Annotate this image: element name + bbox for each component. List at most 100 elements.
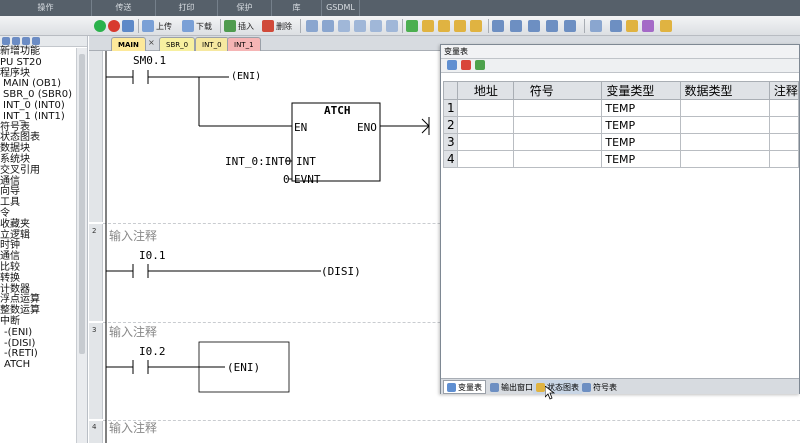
variable-table-window: 变量表 地址 符号 变量类型 数据类型 注释 1 TEMP 2 TEMP 3 T… bbox=[440, 44, 800, 394]
col-address-header[interactable]: 地址 bbox=[456, 81, 514, 100]
toolbar-btn-2[interactable] bbox=[322, 19, 334, 33]
tree-icon[interactable] bbox=[12, 37, 20, 45]
tree-item[interactable]: ATCH bbox=[0, 359, 87, 371]
tree-icon[interactable] bbox=[2, 37, 10, 45]
insert-button[interactable]: 插入 bbox=[224, 19, 254, 33]
contact-icon bbox=[510, 20, 522, 32]
toolbar-btn-12[interactable] bbox=[492, 19, 504, 33]
toolbar-btn-21[interactable] bbox=[660, 19, 672, 33]
toolbar-btn-10[interactable] bbox=[454, 19, 466, 33]
table-row[interactable]: 3 TEMP bbox=[443, 133, 800, 151]
col-comment-header[interactable]: 注释 bbox=[768, 81, 800, 100]
download-label: 下载 bbox=[196, 21, 212, 31]
cell-address[interactable] bbox=[456, 133, 514, 151]
cell-comment[interactable] bbox=[768, 99, 800, 117]
cell-symbol[interactable] bbox=[512, 133, 603, 151]
table-row[interactable]: 2 TEMP bbox=[443, 116, 800, 134]
coil-icon bbox=[528, 20, 540, 32]
cell-comment[interactable] bbox=[768, 133, 800, 151]
cell-address[interactable] bbox=[456, 116, 514, 134]
cell-datatype[interactable] bbox=[679, 116, 770, 134]
run-button[interactable] bbox=[94, 19, 106, 33]
toolbar-btn-20[interactable] bbox=[642, 19, 654, 33]
delete-row-icon[interactable] bbox=[461, 60, 471, 70]
tab-main[interactable]: MAIN bbox=[111, 37, 146, 51]
tree-item[interactable]: 交叉引用 bbox=[0, 165, 87, 177]
panel-bottom-tabs: 变量表 输出窗口 状态图表 符号表 bbox=[441, 378, 799, 394]
toolbar-btn-13[interactable] bbox=[510, 19, 522, 33]
col-symbol-header[interactable]: 符号 bbox=[512, 81, 603, 100]
run-icon bbox=[94, 20, 106, 32]
tree-scrollbar-thumb[interactable] bbox=[79, 54, 85, 354]
folder-icon bbox=[438, 20, 450, 32]
toolbar-btn-9[interactable] bbox=[438, 19, 450, 33]
tab-close-icon[interactable]: × bbox=[148, 38, 155, 47]
table-icon bbox=[447, 382, 456, 392]
cell-vartype[interactable]: TEMP bbox=[601, 133, 681, 151]
upload-button[interactable]: 上传 bbox=[142, 19, 172, 33]
cell-address[interactable] bbox=[456, 150, 514, 168]
grid-icon bbox=[322, 20, 334, 32]
tree-item[interactable]: 收藏夹 bbox=[0, 219, 87, 231]
cell-datatype[interactable] bbox=[679, 133, 770, 151]
table-row[interactable]: 1 TEMP bbox=[443, 99, 800, 117]
col-vartype-header[interactable]: 变量类型 bbox=[601, 81, 681, 100]
upload-icon bbox=[142, 20, 154, 32]
toolbar-btn-18[interactable] bbox=[610, 19, 622, 33]
cell-symbol[interactable] bbox=[512, 116, 603, 134]
toolbar-btn-16[interactable] bbox=[564, 19, 576, 33]
insert-icon bbox=[224, 20, 236, 32]
cell-address[interactable] bbox=[456, 99, 514, 117]
tree-item[interactable]: -(ENI) bbox=[0, 327, 87, 339]
tree-item[interactable]: PU ST20 bbox=[0, 57, 87, 69]
toolbar-btn-14[interactable] bbox=[528, 19, 540, 33]
delete-icon bbox=[262, 20, 274, 32]
cell-vartype[interactable]: TEMP bbox=[601, 116, 681, 134]
toolbar-btn-3[interactable] bbox=[338, 19, 350, 33]
cell-symbol[interactable] bbox=[512, 99, 603, 117]
col-datatype-header[interactable]: 数据类型 bbox=[679, 81, 770, 100]
insert-row-icon[interactable] bbox=[447, 60, 457, 70]
toolbar-btn-6[interactable] bbox=[386, 19, 398, 33]
toolbar-btn-11[interactable] bbox=[470, 19, 482, 33]
cell-vartype[interactable]: TEMP bbox=[601, 150, 681, 168]
tab-int1[interactable]: INT_1 bbox=[227, 37, 261, 51]
tree-item[interactable]: INT_1 (INT1) bbox=[0, 111, 87, 123]
tree-item[interactable]: 工具 bbox=[0, 197, 87, 209]
toolbar-btn-1[interactable] bbox=[306, 19, 318, 33]
tab-variable-table[interactable]: 变量表 bbox=[443, 380, 486, 394]
tree-item[interactable]: 转换 bbox=[0, 273, 87, 285]
tree-icon[interactable] bbox=[32, 37, 40, 45]
tab-status-chart[interactable]: 状态图表 bbox=[533, 380, 582, 394]
ribbon-group-library: 库 bbox=[272, 0, 322, 16]
toolbar-btn-17[interactable] bbox=[590, 19, 602, 33]
cell-vartype[interactable]: TEMP bbox=[601, 99, 681, 117]
tree-scrollbar[interactable] bbox=[76, 48, 87, 443]
delete-button[interactable]: 删除 bbox=[262, 19, 292, 33]
toolbar-btn-8[interactable] bbox=[422, 19, 434, 33]
toolbar-btn-4[interactable] bbox=[354, 19, 366, 33]
tab-symbol-table[interactable]: 符号表 bbox=[579, 380, 620, 394]
download-icon bbox=[182, 20, 194, 32]
tree-icon[interactable] bbox=[22, 37, 30, 45]
cell-comment[interactable] bbox=[768, 150, 800, 168]
toolbar-btn-19[interactable] bbox=[626, 19, 638, 33]
toolbar-btn-7[interactable] bbox=[406, 19, 418, 33]
tab-output-window[interactable]: 输出窗口 bbox=[487, 380, 536, 394]
box-icon bbox=[546, 20, 558, 32]
toolbar-btn-15[interactable] bbox=[546, 19, 558, 33]
cell-datatype[interactable] bbox=[679, 150, 770, 168]
variable-icon[interactable] bbox=[475, 60, 485, 70]
cell-symbol[interactable] bbox=[512, 150, 603, 168]
cell-datatype[interactable] bbox=[679, 99, 770, 117]
stop-button[interactable] bbox=[108, 19, 120, 33]
toolbar-btn-5[interactable] bbox=[370, 19, 382, 33]
tab-sbr0[interactable]: SBR_0 bbox=[159, 37, 196, 51]
line-icon bbox=[564, 20, 576, 32]
cell-comment[interactable] bbox=[768, 116, 800, 134]
download-button[interactable]: 下载 bbox=[182, 19, 212, 33]
tab-int0[interactable]: INT_0 bbox=[195, 37, 229, 51]
project-tree: 新增功能 PU ST20 程序块 MAIN (OB1) SBR_0 (SBR0)… bbox=[0, 36, 88, 443]
compile-button[interactable] bbox=[122, 19, 134, 33]
table-row[interactable]: 4 TEMP bbox=[443, 150, 800, 168]
